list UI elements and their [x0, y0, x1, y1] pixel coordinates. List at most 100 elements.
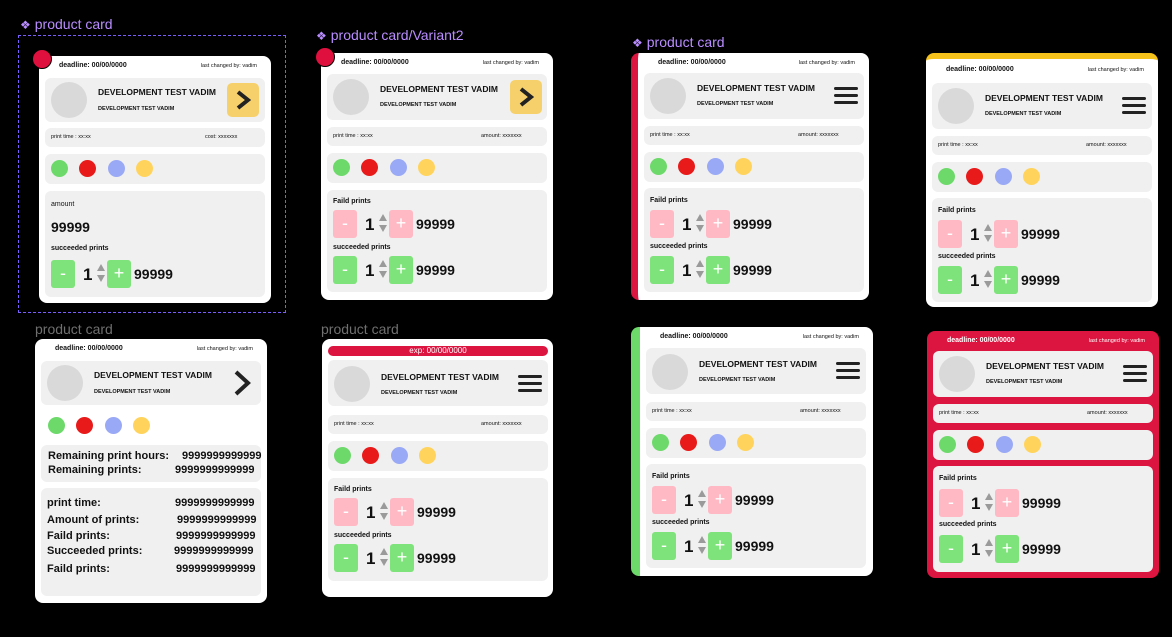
product-card-1[interactable]: deadline: 00/00/0000 last changed by: vad…: [39, 56, 271, 303]
color-dot-green[interactable]: [938, 168, 955, 185]
spin-arrows-icon[interactable]: [696, 214, 705, 234]
failed-stepper[interactable]: - 1 + 99999: [333, 210, 455, 238]
color-dot-blue[interactable]: [391, 447, 408, 464]
color-dot-yellow[interactable]: [136, 160, 153, 177]
open-button[interactable]: [227, 83, 259, 117]
color-dot-red[interactable]: [680, 434, 697, 451]
increment-button[interactable]: +: [390, 544, 414, 572]
stepper-value[interactable]: 1: [684, 537, 693, 557]
succeeded-stepper[interactable]: - 1 + 99999: [939, 535, 1061, 563]
increment-button[interactable]: +: [706, 256, 730, 284]
color-dot-blue[interactable]: [707, 158, 724, 175]
chevron-right-icon[interactable]: [230, 368, 256, 398]
color-dot-green[interactable]: [51, 160, 68, 177]
increment-button[interactable]: +: [389, 210, 413, 238]
increment-button[interactable]: +: [107, 260, 131, 288]
succeeded-stepper[interactable]: - 1 + 99999: [334, 544, 456, 572]
succeeded-stepper[interactable]: - 1 + 99999: [652, 532, 774, 560]
color-dot-yellow[interactable]: [737, 434, 754, 451]
product-card-red[interactable]: deadline: 00/00/0000 last changed by: vad…: [927, 331, 1159, 578]
spin-arrows-icon[interactable]: [984, 224, 993, 244]
color-dot-red[interactable]: [76, 417, 93, 434]
increment-button[interactable]: +: [390, 498, 414, 526]
stepper-value[interactable]: 1: [365, 261, 374, 281]
color-dot-blue[interactable]: [390, 159, 407, 176]
spin-arrows-icon[interactable]: [379, 214, 388, 234]
menu-icon[interactable]: [1123, 365, 1147, 383]
spin-arrows-icon[interactable]: [380, 548, 389, 568]
color-dot-yellow[interactable]: [418, 159, 435, 176]
product-card-green[interactable]: deadline: 00/00/0000 last changed by: vad…: [631, 327, 873, 576]
frame-label-product-card-4[interactable]: product card: [35, 321, 113, 337]
color-dot-blue[interactable]: [108, 160, 125, 177]
menu-icon[interactable]: [836, 362, 860, 380]
frame-label-product-card-5[interactable]: product card: [321, 321, 399, 337]
color-dot-yellow[interactable]: [735, 158, 752, 175]
increment-button[interactable]: +: [994, 220, 1018, 248]
product-card-details[interactable]: deadline: 00/00/0000 last changed by: vad…: [35, 339, 267, 603]
stepper-value[interactable]: 1: [366, 549, 375, 569]
frame-label-product-card-variant2[interactable]: ❖ product card/Variant2: [316, 27, 464, 43]
color-dot-green[interactable]: [48, 417, 65, 434]
succeeded-stepper[interactable]: - 1 + 99999: [333, 256, 455, 284]
comment-pin[interactable]: [315, 47, 335, 67]
decrement-button[interactable]: -: [650, 256, 674, 284]
product-card-3[interactable]: deadline: 00/00/0000 last changed by: vad…: [631, 53, 869, 300]
color-dot-blue[interactable]: [995, 168, 1012, 185]
color-dot-green[interactable]: [650, 158, 667, 175]
color-dot-red[interactable]: [362, 447, 379, 464]
color-dot-blue[interactable]: [105, 417, 122, 434]
spin-arrows-icon[interactable]: [696, 260, 705, 280]
menu-icon[interactable]: [834, 87, 858, 105]
color-dot-green[interactable]: [939, 436, 956, 453]
color-dot-red[interactable]: [79, 160, 96, 177]
spin-arrows-icon[interactable]: [97, 264, 106, 284]
increment-button[interactable]: +: [708, 532, 732, 560]
stepper-value[interactable]: 1: [970, 225, 979, 245]
color-dot-green[interactable]: [333, 159, 350, 176]
spin-arrows-icon[interactable]: [379, 260, 388, 280]
spin-arrows-icon[interactable]: [380, 502, 389, 522]
increment-button[interactable]: +: [994, 266, 1018, 294]
stepper-value[interactable]: 1: [365, 215, 374, 235]
spin-arrows-icon[interactable]: [698, 490, 707, 510]
stepper-value[interactable]: 1: [682, 261, 691, 281]
stepper-value[interactable]: 1: [684, 491, 693, 511]
color-dot-blue[interactable]: [996, 436, 1013, 453]
spin-arrows-icon[interactable]: [984, 270, 993, 290]
color-dot-yellow[interactable]: [133, 417, 150, 434]
menu-icon[interactable]: [1122, 97, 1146, 115]
failed-stepper[interactable]: - 1 + 99999: [334, 498, 456, 526]
increment-button[interactable]: +: [389, 256, 413, 284]
decrement-button[interactable]: -: [939, 489, 963, 517]
color-dot-yellow[interactable]: [419, 447, 436, 464]
color-dot-yellow[interactable]: [1023, 168, 1040, 185]
increment-button[interactable]: +: [706, 210, 730, 238]
failed-stepper[interactable]: - 1 + 99999: [939, 489, 1061, 517]
stepper-value[interactable]: 1: [682, 215, 691, 235]
frame-label-product-card[interactable]: ❖ product card: [20, 16, 113, 32]
color-dot-green[interactable]: [334, 447, 351, 464]
product-card-expiry[interactable]: exp: 00/00/0000 DEVELOPMENT TEST VADIM D…: [322, 339, 553, 597]
decrement-button[interactable]: -: [652, 532, 676, 560]
product-card-4[interactable]: deadline: 00/00/0000 last changed by: vad…: [926, 53, 1158, 307]
open-button[interactable]: [510, 80, 542, 114]
failed-stepper[interactable]: - 1 + 99999: [652, 486, 774, 514]
succeeded-stepper[interactable]: - 1 + 99999: [938, 266, 1060, 294]
frame-label-product-card-3[interactable]: ❖ product card: [632, 34, 725, 50]
failed-stepper[interactable]: - 1 + 99999: [938, 220, 1060, 248]
stepper-value[interactable]: 1: [83, 265, 92, 285]
decrement-button[interactable]: -: [334, 498, 358, 526]
stepper-value[interactable]: 1: [971, 494, 980, 514]
decrement-button[interactable]: -: [938, 220, 962, 248]
failed-stepper[interactable]: - 1 + 99999: [650, 210, 772, 238]
color-dot-red[interactable]: [966, 168, 983, 185]
stepper-value[interactable]: 1: [971, 540, 980, 560]
increment-button[interactable]: +: [995, 535, 1019, 563]
decrement-button[interactable]: -: [334, 544, 358, 572]
spin-arrows-icon[interactable]: [985, 539, 994, 559]
decrement-button[interactable]: -: [939, 535, 963, 563]
menu-icon[interactable]: [518, 375, 542, 393]
increment-button[interactable]: +: [995, 489, 1019, 517]
decrement-button[interactable]: -: [650, 210, 674, 238]
